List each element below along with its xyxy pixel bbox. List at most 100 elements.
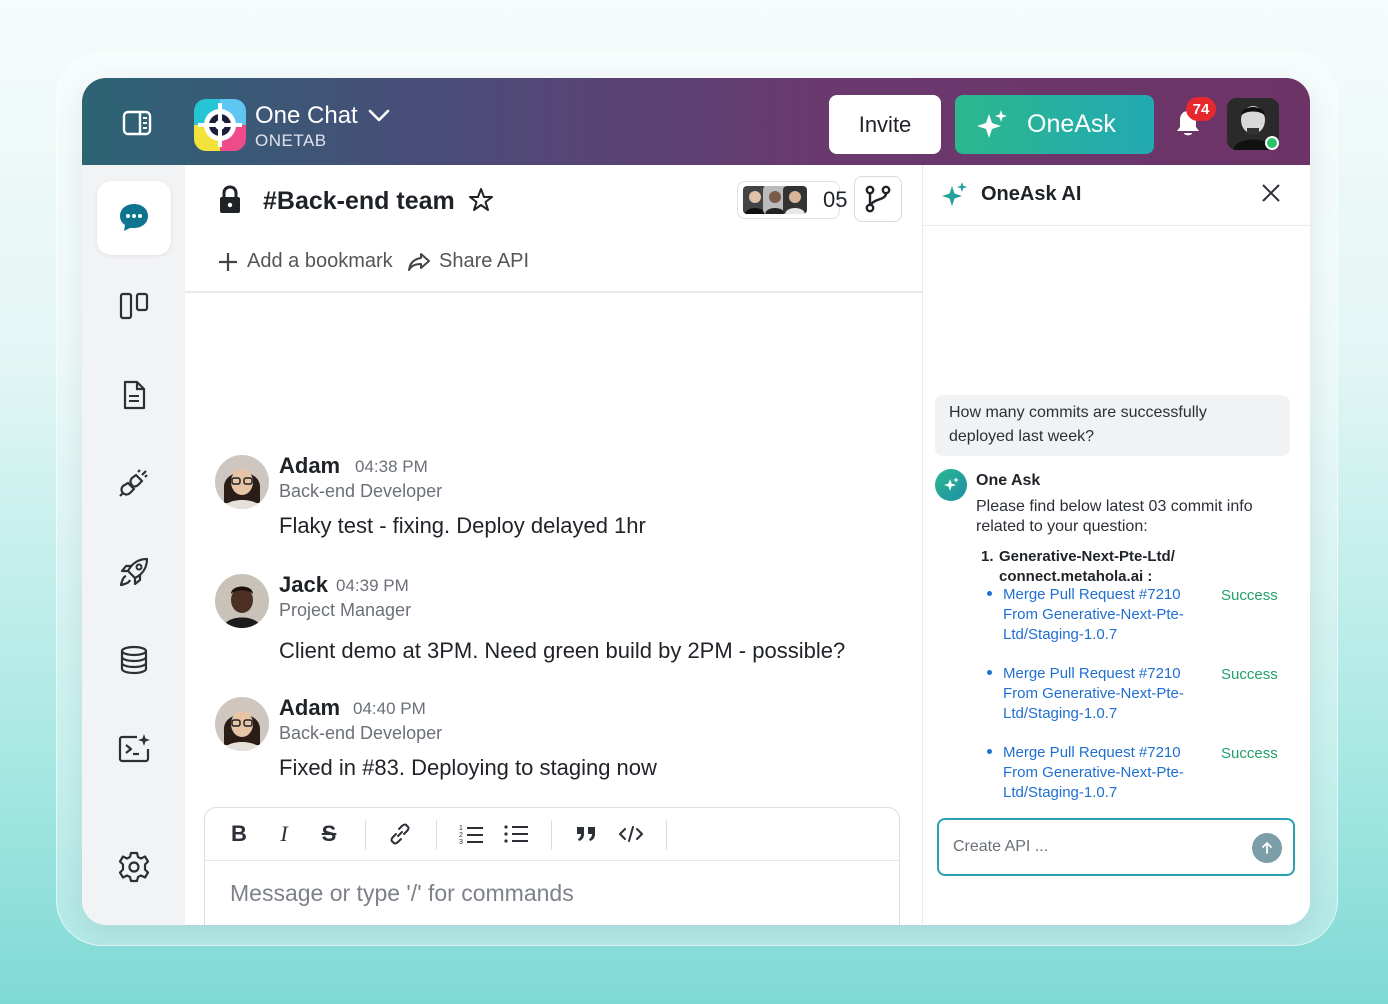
lock-icon xyxy=(220,185,240,213)
nav-settings[interactable] xyxy=(97,830,171,904)
channel-title: #Back-end team xyxy=(263,187,455,215)
commit-link[interactable]: Merge Pull Request #7210 From Generative… xyxy=(1003,743,1213,803)
channel-members[interactable]: 05 xyxy=(737,181,847,219)
channel-header: #Back-end team 05 Add a bookmark Share A… xyxy=(185,165,922,293)
ai-input-placeholder: Create API ... xyxy=(953,838,1049,855)
nav-documents[interactable] xyxy=(97,358,171,432)
left-nav xyxy=(82,165,185,925)
message-text: Flaky test - fixing. Deploy delayed 1hr xyxy=(279,513,646,538)
avatar[interactable] xyxy=(215,574,269,628)
code-icon[interactable] xyxy=(617,820,645,848)
rocket-icon xyxy=(119,557,149,587)
top-bar: One Chat ONETAB Invite OneAsk 74 xyxy=(82,78,1310,165)
svg-text:1: 1 xyxy=(459,825,463,832)
member-avatar xyxy=(783,186,807,214)
oneask-label: OneAsk xyxy=(1027,110,1116,138)
oneask-avatar xyxy=(935,469,967,501)
app-name: One Chat xyxy=(255,102,358,129)
commit-status: Success xyxy=(1221,745,1278,762)
sender-role: Back-end Developer xyxy=(279,481,443,501)
commit-item: Merge Pull Request #7210 From Generative… xyxy=(987,664,1297,726)
sparkle-icon xyxy=(977,109,1007,138)
avatar[interactable] xyxy=(215,455,269,509)
database-icon xyxy=(120,645,148,675)
format-toolbar: B I S 123 xyxy=(205,808,899,861)
nav-database[interactable] xyxy=(97,623,171,697)
sender-name[interactable]: Adam xyxy=(279,695,340,721)
ai-panel-header: OneAsk AI xyxy=(923,165,1310,226)
oneask-panel: OneAsk AI How many commits are successfu… xyxy=(922,165,1310,925)
toolbar-divider xyxy=(365,820,366,850)
gear-icon xyxy=(118,851,150,883)
svg-text:2: 2 xyxy=(459,832,463,839)
arrow-up-icon xyxy=(1262,842,1272,854)
plug-icon xyxy=(119,469,148,497)
nav-integrations[interactable] xyxy=(97,446,171,520)
sparkle-icon xyxy=(944,477,959,491)
workspace-switcher[interactable]: One Chat xyxy=(255,102,390,130)
avatar[interactable] xyxy=(215,697,269,751)
italic-icon[interactable]: I xyxy=(270,820,298,848)
nav-boards[interactable] xyxy=(97,269,171,343)
user-question: How many commits are successfully deploy… xyxy=(935,395,1290,456)
member-count: 05 xyxy=(823,187,848,212)
sidebar-toggle-icon[interactable] xyxy=(122,110,152,136)
message-text: Fixed in #83. Deploying to staging now xyxy=(279,755,657,780)
add-bookmark-label: Add a bookmark xyxy=(247,250,393,272)
commit-item: Merge Pull Request #7210 From Generative… xyxy=(987,585,1297,647)
bullet xyxy=(987,591,992,596)
bullet-list-icon[interactable] xyxy=(502,820,530,848)
answer-text: Please find below latest 03 commit info … xyxy=(976,498,1253,535)
toolbar-divider xyxy=(551,820,552,850)
repo-name: Generative-Next-Pte-Ltd/ connect.metahol… xyxy=(999,548,1175,585)
repo-number: 1. xyxy=(981,548,994,565)
notification-badge: 74 xyxy=(1186,97,1216,121)
share-api-button[interactable]: Share API xyxy=(407,250,529,273)
message-input[interactable]: Message or type '/' for commands xyxy=(230,880,574,907)
commit-link[interactable]: Merge Pull Request #7210 From Generative… xyxy=(1003,585,1213,645)
star-icon[interactable] xyxy=(468,187,494,213)
ordered-list-icon[interactable]: 123 xyxy=(457,820,485,848)
invite-button[interactable]: Invite xyxy=(829,95,941,154)
sparkle-icon xyxy=(942,182,967,206)
close-icon[interactable] xyxy=(1259,181,1283,205)
chat-panel: #Back-end team 05 Add a bookmark Share A… xyxy=(185,165,922,925)
commit-status: Success xyxy=(1221,587,1278,604)
toolbar-divider xyxy=(436,820,437,850)
nav-deploy[interactable] xyxy=(97,535,171,609)
strikethrough-icon[interactable]: S xyxy=(315,820,343,848)
answer-sender: One Ask xyxy=(976,472,1041,489)
app-logo xyxy=(194,99,246,151)
add-bookmark-button[interactable]: Add a bookmark xyxy=(217,250,393,273)
toolbar-divider xyxy=(666,820,667,850)
share-api-label: Share API xyxy=(439,250,530,272)
oneask-button[interactable]: OneAsk xyxy=(955,95,1154,154)
message-text: Client demo at 3PM. Need green build by … xyxy=(279,638,846,663)
message-time: 04:39 PM xyxy=(336,576,409,595)
message-time: 04:38 PM xyxy=(355,457,428,476)
commit-item: Merge Pull Request #7210 From Generative… xyxy=(987,743,1297,805)
sender-name[interactable]: Adam xyxy=(279,453,340,479)
workspace-name: ONETAB xyxy=(255,131,327,150)
nav-ai-terminal[interactable] xyxy=(97,712,171,786)
nav-chat[interactable] xyxy=(97,181,171,255)
ai-prompt-input[interactable]: Create API ... xyxy=(937,818,1295,876)
terminal-sparkle-icon xyxy=(118,734,150,763)
quote-icon[interactable] xyxy=(572,820,600,848)
plus-icon xyxy=(219,252,237,271)
message-item: Adam 04:38 PM Back-end Developer Flaky t… xyxy=(215,453,895,555)
columns-icon xyxy=(119,292,149,320)
share-icon xyxy=(408,252,430,271)
chat-icon xyxy=(120,204,148,231)
message-item: Jack 04:39 PM Project Manager Client dem… xyxy=(215,572,895,674)
branch-button[interactable] xyxy=(854,176,902,222)
sender-name[interactable]: Jack xyxy=(279,572,328,598)
ai-send-button[interactable] xyxy=(1252,833,1282,863)
commit-link[interactable]: Merge Pull Request #7210 From Generative… xyxy=(1003,664,1213,724)
chevron-down-icon xyxy=(368,109,390,122)
document-icon xyxy=(123,380,146,410)
link-icon[interactable] xyxy=(386,820,414,848)
app-window: One Chat ONETAB Invite OneAsk 74 #Back-e… xyxy=(82,78,1310,925)
message-time: 04:40 PM xyxy=(353,699,426,718)
bold-icon[interactable]: B xyxy=(225,820,253,848)
